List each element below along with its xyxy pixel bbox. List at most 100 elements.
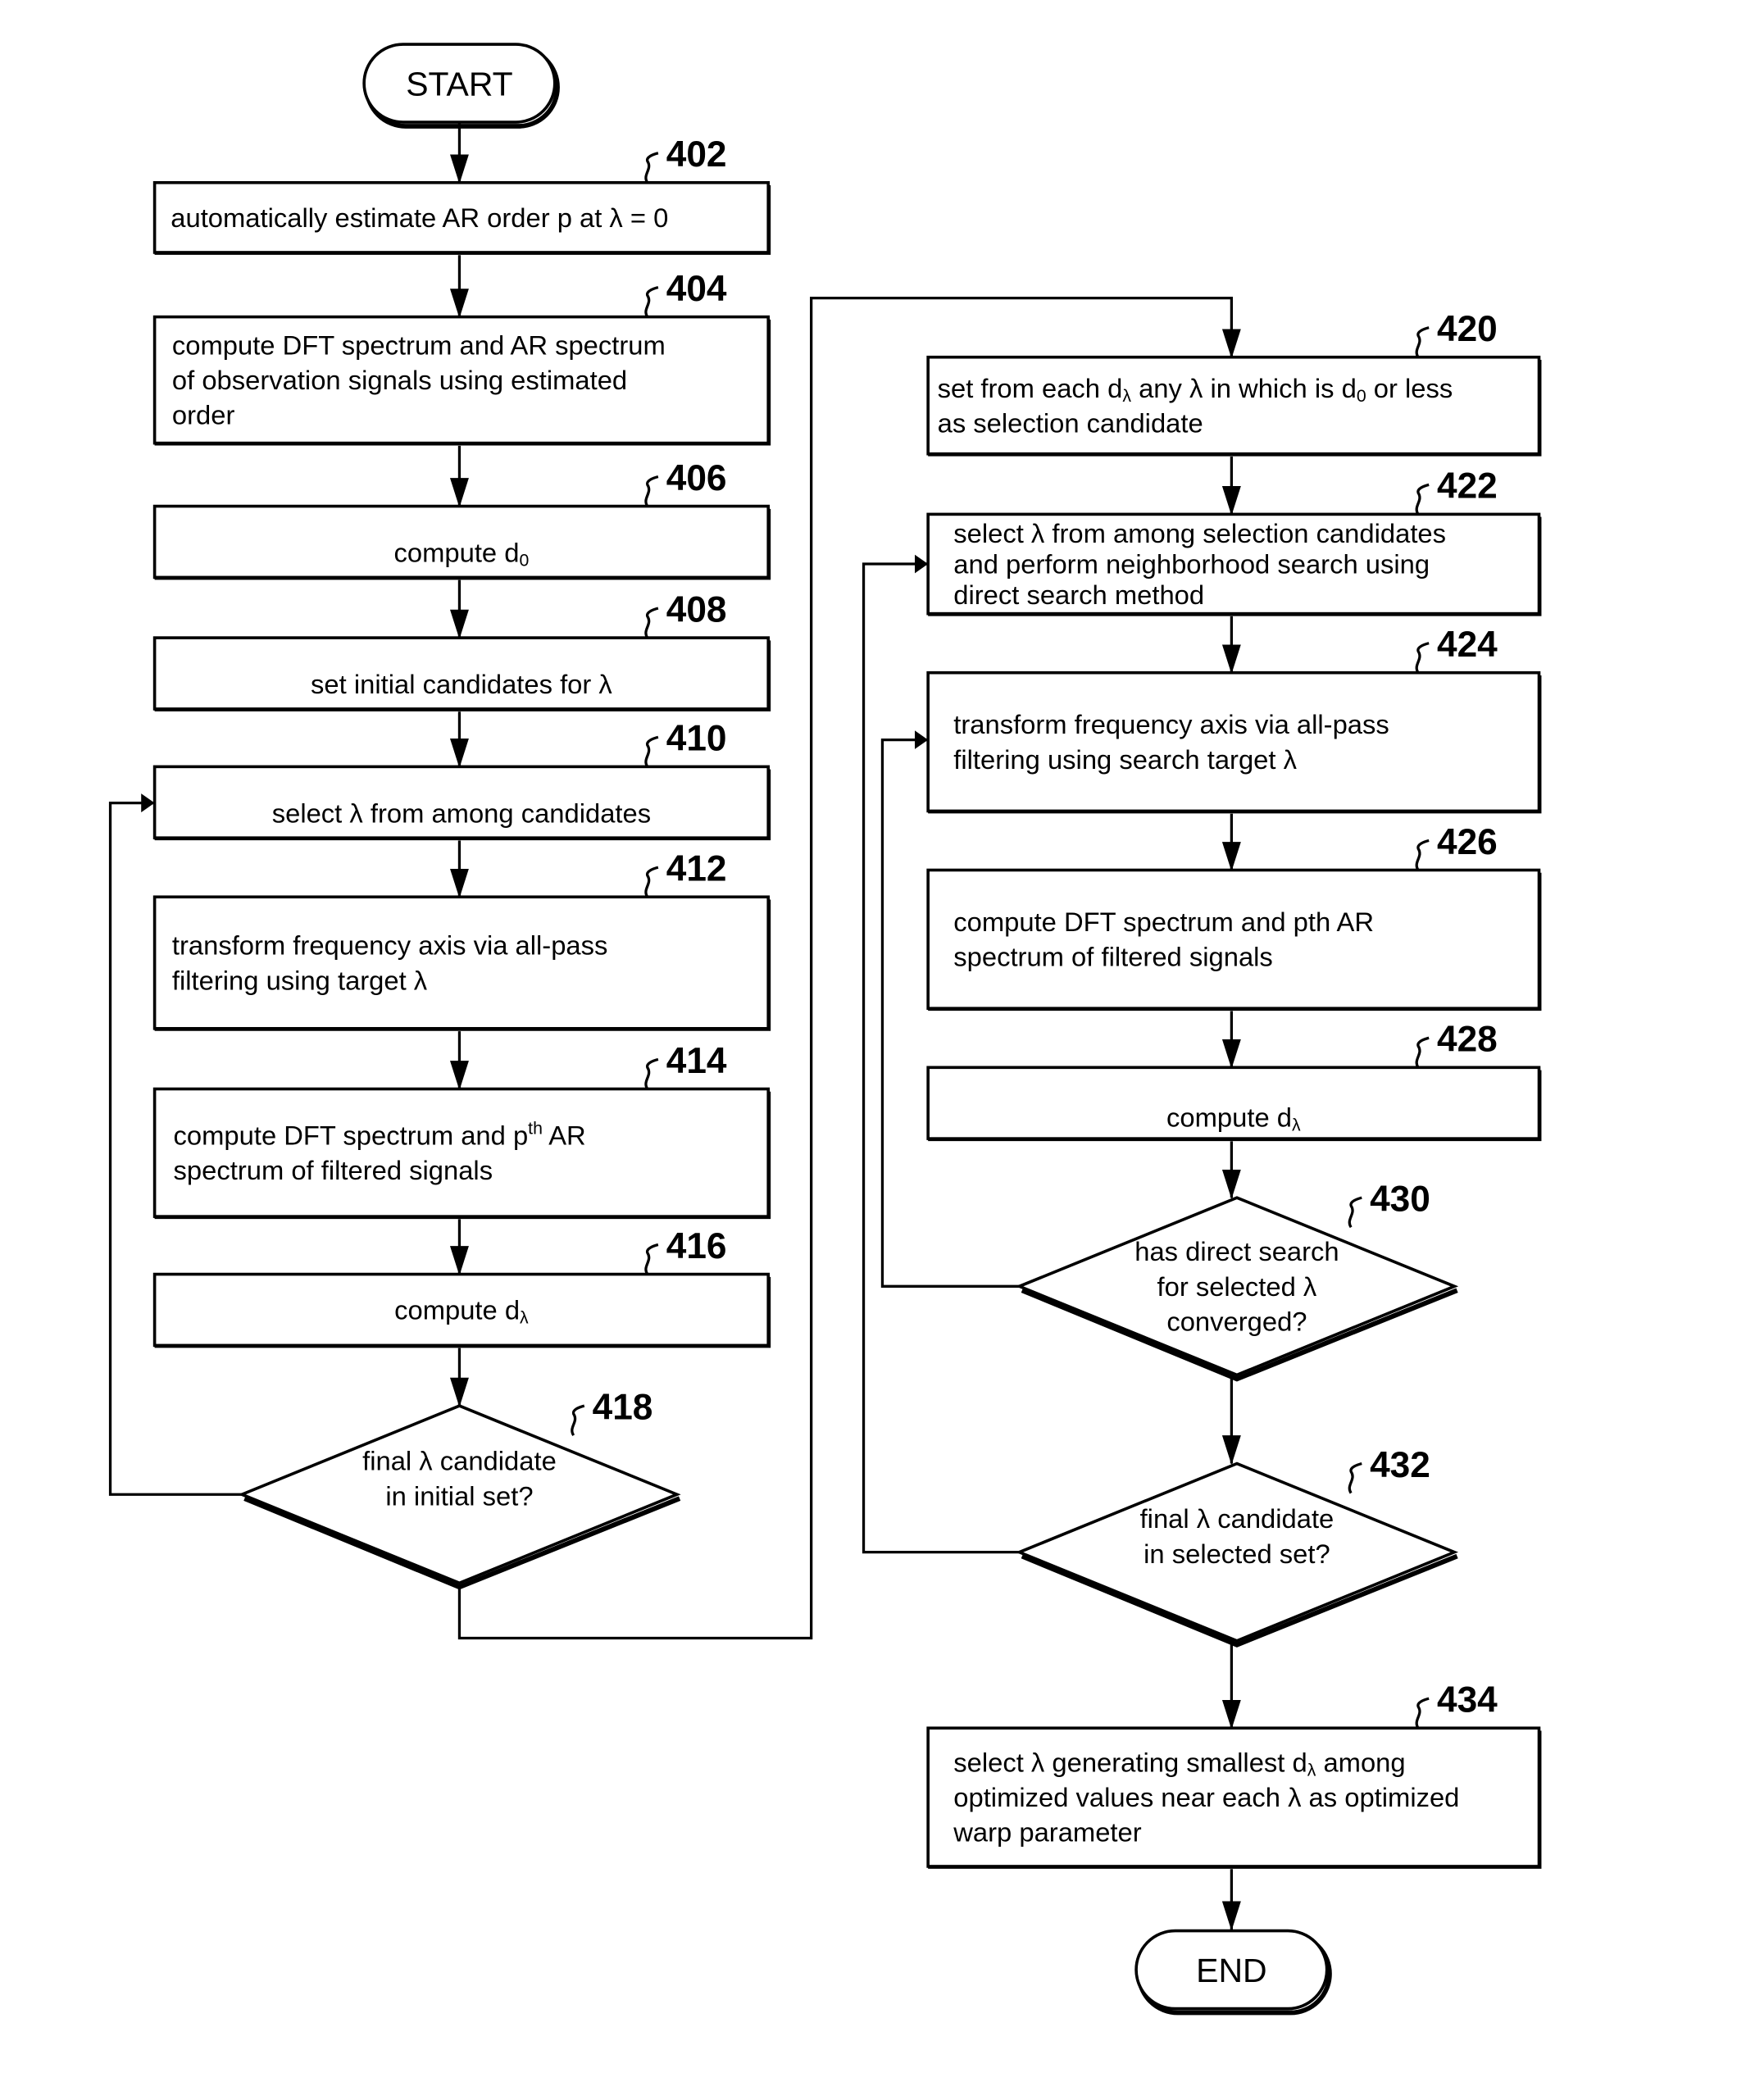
process-step-406[interactable]: compute d0 (152, 504, 771, 580)
decision-text-line: final λ candidate (1140, 1503, 1335, 1534)
text-segment: th (528, 1119, 543, 1139)
reference-number: 428 (1437, 1020, 1498, 1060)
text-segment: 0 (1357, 386, 1366, 406)
text-segment: in initial set? (385, 1480, 533, 1511)
reference-number: 416 (666, 1226, 727, 1266)
reference-number: 424 (1437, 625, 1498, 665)
text-segment: spectrum of filtered signals (953, 942, 1273, 972)
decision-text-line: converged? (1166, 1306, 1307, 1336)
decision-430[interactable]: has direct search for selected λ converged… (1015, 1196, 1459, 1382)
text-segment: AR (543, 1120, 586, 1150)
terminal-label: START (406, 65, 512, 102)
step-text-line: filtering using search target λ (953, 744, 1297, 775)
reference-number: 434 (1437, 1680, 1498, 1720)
text-segment: optimized values near each λ as optimize… (953, 1782, 1459, 1812)
step-box (926, 868, 1541, 1011)
step-box (152, 1087, 771, 1218)
process-step-426[interactable]: compute DFT spectrum and pth AR spectrum … (926, 868, 1542, 1011)
decision-432[interactable]: final λ candidate in selected set? (1015, 1461, 1459, 1648)
decision-text-line: final λ candidate (362, 1446, 557, 1476)
reference-leader (1415, 483, 1430, 516)
step-text-line: compute d0 (394, 537, 530, 570)
text-segment: spectrum of filtered signals (174, 1155, 493, 1185)
step-text-line: compute DFT spectrum and pth AR (953, 907, 1374, 937)
process-step-402[interactable]: automatically estimate AR order p at λ =… (152, 180, 771, 255)
reference-leader (1415, 326, 1430, 358)
reference-leader (644, 285, 659, 318)
text-segment: λ (1122, 386, 1131, 406)
shapes: automatically estimate AR order p at λ =… (152, 43, 1542, 2016)
process-step-412[interactable]: transform frequency axis via all-pass fil… (152, 895, 771, 1031)
process-step-408[interactable]: set initial candidates for λ (152, 636, 771, 711)
reference-number: 422 (1437, 466, 1498, 507)
terminal-label: END (1196, 1952, 1266, 1989)
reference-leader (1348, 1196, 1362, 1229)
reference-leader (644, 475, 659, 507)
process-step-424[interactable]: transform frequency axis via all-pass fil… (926, 670, 1542, 814)
text-segment: automatically estimate AR order p at λ =… (171, 202, 668, 233)
reference-leader (571, 1404, 585, 1437)
reference-leader (1415, 1036, 1430, 1069)
process-step-410[interactable]: select λ from among candidates (152, 765, 771, 841)
text-segment: compute DFT spectrum and p (174, 1120, 529, 1150)
step-text-line: compute dλ (394, 1294, 529, 1327)
step-text-line: spectrum of filtered signals (953, 942, 1273, 972)
text-segment: converged? (1166, 1306, 1307, 1336)
reference-leader (1415, 642, 1430, 674)
reference-leader (644, 866, 659, 898)
text-segment: λ (520, 1308, 529, 1328)
reference-number: 410 (666, 719, 727, 759)
text-segment: transform frequency axis via all-pass (172, 930, 607, 961)
step-text-line: optimized values near each λ as optimize… (953, 1782, 1459, 1812)
step-text-line: set from each dλ any λ in which is d0 or… (938, 373, 1453, 406)
step-text-line: select λ from among candidates (272, 798, 651, 828)
process-step-422[interactable]: select λ from among selection candidates… (926, 512, 1542, 616)
step-box (926, 355, 1541, 456)
step-text-line: and perform neighborhood search using (953, 548, 1430, 579)
reference-leader (644, 152, 659, 184)
text-segment: set initial candidates for λ (311, 669, 612, 699)
text-segment: final λ candidate (362, 1446, 557, 1476)
text-segment: compute d (394, 1294, 520, 1325)
text-segment: λ (1292, 1116, 1301, 1135)
text-segment: for selected λ (1157, 1271, 1317, 1302)
process-step-434[interactable]: select λ generating smallest dλ amongopt… (926, 1726, 1542, 1869)
reference-leader (1348, 1461, 1362, 1494)
reference-leader (644, 735, 659, 768)
step-text-line: compute DFT spectrum and pth AR (174, 1119, 586, 1151)
reference-number: 406 (666, 458, 727, 498)
text-segment: warp parameter (953, 1817, 1141, 1848)
text-segment: select λ generating smallest d (953, 1747, 1307, 1777)
text-segment: compute d (394, 537, 520, 567)
process-step-420[interactable]: set from each dλ any λ in which is d0 or… (926, 355, 1542, 457)
text-segment: transform frequency axis via all-pass (953, 709, 1389, 739)
decision-text-line: in selected set? (1144, 1539, 1330, 1569)
reference-number: 412 (666, 849, 727, 889)
reference-number: 402 (666, 134, 727, 175)
step-text-line: select λ from among selection candidates (953, 518, 1446, 548)
reference-leader (1415, 1697, 1430, 1730)
reference-number: 414 (666, 1041, 727, 1081)
decision-text-line: for selected λ (1157, 1271, 1317, 1302)
process-step-404[interactable]: compute DFT spectrum and AR spectrum of o… (152, 315, 771, 446)
decision-418[interactable]: final λ candidate in initial set? (238, 1404, 681, 1590)
text-segment: direct search method (953, 580, 1204, 610)
process-step-428[interactable]: compute dλ (926, 1066, 1542, 1142)
end-terminal[interactable]: END (1134, 1929, 1332, 2016)
text-segment: or less (1366, 373, 1453, 403)
decision-text-line: has direct search (1134, 1236, 1339, 1266)
reference-leader (1415, 839, 1430, 871)
process-step-414[interactable]: compute DFT spectrum and pth AR spectrum … (152, 1087, 771, 1220)
step-text-line: order (172, 400, 235, 430)
step-text-line: direct search method (953, 580, 1204, 610)
process-step-416[interactable]: compute dλ (152, 1272, 771, 1348)
text-segment: 0 (519, 551, 529, 570)
text-segment: and perform neighborhood search using (953, 548, 1430, 579)
step-text-line: automatically estimate AR order p at λ =… (171, 202, 668, 233)
text-segment: filtering using target λ (172, 965, 428, 995)
step-text-line: transform frequency axis via all-pass (953, 709, 1389, 739)
start-terminal[interactable]: START (362, 43, 560, 129)
reference-number: 432 (1370, 1445, 1430, 1485)
reference-number: 408 (666, 589, 727, 630)
step-text-line: compute DFT spectrum and AR spectrum (172, 330, 666, 360)
